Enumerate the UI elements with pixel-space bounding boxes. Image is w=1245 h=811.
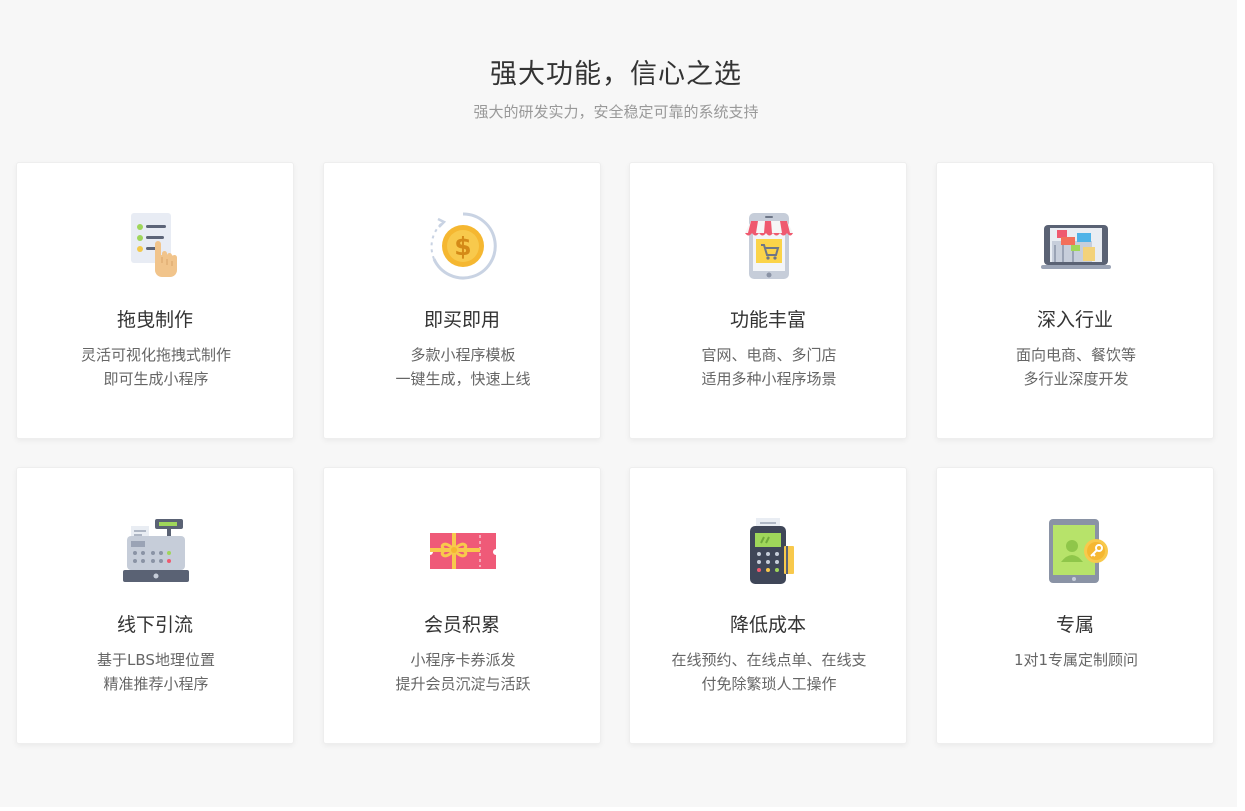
card-desc-line: 面向电商、餐饮等 xyxy=(1015,346,1136,364)
phone-shop-icon xyxy=(734,211,804,281)
page-edge xyxy=(1237,0,1245,811)
card-title: 降低成本 xyxy=(729,614,806,636)
feature-card-industry[interactable]: 深入行业 面向电商、餐饮等 多行业深度开发 xyxy=(936,162,1214,439)
feature-card-buy[interactable]: $ 即买即用 多款小程序模板 一键生成，快速上线 xyxy=(323,162,601,439)
card-description: 灵活可视化拖拽式制作 即可生成小程序 xyxy=(37,343,275,391)
dollar-coin-icon: $ xyxy=(428,211,498,281)
gift-coupon-icon xyxy=(428,516,498,586)
section-subtitle: 强大的研发实力，安全稳定可靠的系统支持 xyxy=(473,103,759,121)
card-desc-line: 多款小程序模板 xyxy=(410,346,516,364)
card-desc-line: 基于LBS地理位置 xyxy=(97,651,215,669)
feature-card-offline[interactable]: 线下引流 基于LBS地理位置 精准推荐小程序 xyxy=(16,467,294,744)
features-section: 强大功能，信心之选 强大的研发实力，安全稳定可靠的系统支持 拖曳制作 灵活可视化… xyxy=(0,0,1237,807)
card-title: 线下引流 xyxy=(116,614,193,636)
card-description: 基于LBS地理位置 精准推荐小程序 xyxy=(37,648,275,696)
card-title: 专属 xyxy=(1055,614,1094,636)
card-desc-line: 即可生成小程序 xyxy=(103,370,209,388)
feature-card-rich[interactable]: 功能丰富 官网、电商、多门店 适用多种小程序场景 xyxy=(629,162,907,439)
drag-document-icon xyxy=(121,211,191,281)
card-desc-line: 精准推荐小程序 xyxy=(103,675,209,693)
card-desc-line: 付免除繁琐人工操作 xyxy=(701,675,837,693)
cash-register-icon xyxy=(121,516,191,586)
feature-card-exclusive[interactable]: 专属 1对1专属定制顾问 xyxy=(936,467,1214,744)
card-desc-line: 一键生成，快速上线 xyxy=(395,370,531,388)
pos-terminal-icon xyxy=(734,516,804,586)
card-description: 小程序卡券派发 提升会员沉淀与活跃 xyxy=(344,648,582,696)
card-title: 拖曳制作 xyxy=(116,309,193,331)
card-desc-line: 在线预约、在线点单、在线支 xyxy=(671,651,867,669)
card-title: 会员积累 xyxy=(423,614,500,636)
tablet-industry-icon xyxy=(1041,211,1111,281)
card-description: 在线预约、在线点单、在线支 付免除繁琐人工操作 xyxy=(650,648,888,696)
feature-card-drag[interactable]: 拖曳制作 灵活可视化拖拽式制作 即可生成小程序 xyxy=(16,162,294,439)
card-desc-line: 灵活可视化拖拽式制作 xyxy=(80,346,231,364)
card-desc-line: 1对1专属定制顾问 xyxy=(1013,651,1139,669)
card-desc-line: 多行业深度开发 xyxy=(1023,370,1129,388)
card-description: 多款小程序模板 一键生成，快速上线 xyxy=(344,343,582,391)
feature-card-cost[interactable]: 降低成本 在线预约、在线点单、在线支 付免除繁琐人工操作 xyxy=(629,467,907,744)
tablet-key-icon xyxy=(1041,516,1111,586)
card-desc-line: 小程序卡券派发 xyxy=(410,651,516,669)
section-title: 强大功能，信心之选 xyxy=(490,59,742,90)
card-desc-line: 官网、电商、多门店 xyxy=(701,346,837,364)
card-description: 1对1专属定制顾问 xyxy=(957,648,1195,672)
card-desc-line: 适用多种小程序场景 xyxy=(701,370,837,388)
card-title: 即买即用 xyxy=(423,309,500,331)
svg-text:$: $ xyxy=(454,232,471,261)
card-title: 深入行业 xyxy=(1036,309,1113,331)
card-description: 官网、电商、多门店 适用多种小程序场景 xyxy=(650,343,888,391)
card-desc-line: 提升会员沉淀与活跃 xyxy=(395,675,531,693)
card-title: 功能丰富 xyxy=(729,309,806,331)
card-description: 面向电商、餐饮等 多行业深度开发 xyxy=(957,343,1195,391)
feature-card-member[interactable]: 会员积累 小程序卡券派发 提升会员沉淀与活跃 xyxy=(323,467,601,744)
